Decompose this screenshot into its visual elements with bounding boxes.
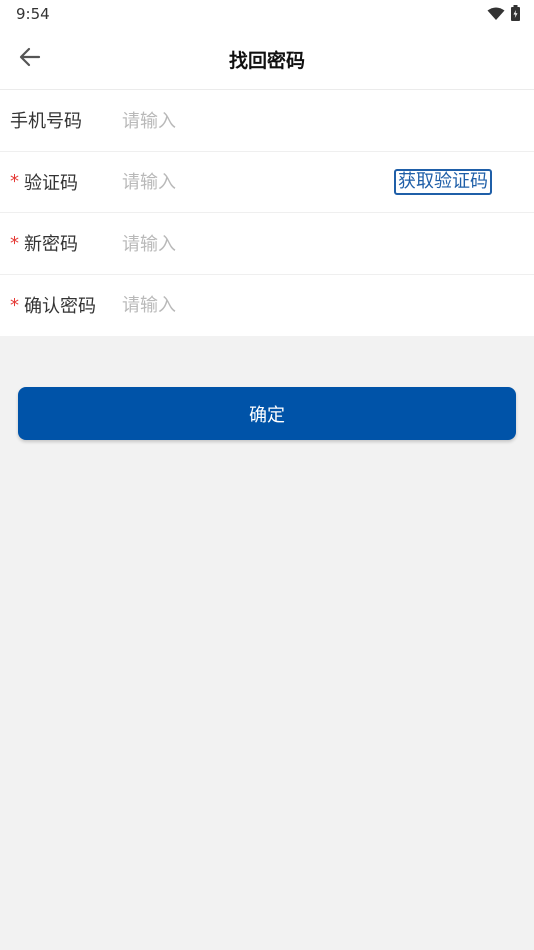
confirm-password-row: * 确认密码	[0, 275, 534, 337]
required-mark: *	[10, 294, 19, 316]
reset-password-form: 手机号码 * 验证码 获取验证码 * 新密码 * 确认密码	[0, 90, 534, 336]
code-input[interactable]	[122, 165, 372, 200]
code-label: 验证码	[24, 172, 78, 194]
confirm-button[interactable]: 确定	[18, 387, 516, 440]
confirm-password-input[interactable]	[122, 288, 372, 323]
required-mark: *	[10, 232, 19, 254]
battery-icon	[511, 5, 520, 25]
wifi-icon	[487, 6, 505, 25]
phone-input[interactable]	[122, 104, 372, 138]
new-password-label: 新密码	[24, 234, 78, 256]
status-time: 9:54	[16, 5, 50, 23]
page-title: 找回密码	[228, 50, 305, 72]
required-mark: *	[10, 171, 19, 193]
phone-row: 手机号码	[0, 90, 534, 152]
status-icons	[487, 5, 520, 25]
new-password-input[interactable]	[122, 227, 372, 261]
confirm-password-label-wrap: * 确认密码	[10, 275, 96, 337]
get-code-button[interactable]: 获取验证码	[394, 168, 492, 195]
header: 找回密码	[0, 28, 534, 90]
new-password-label-wrap: * 新密码	[10, 213, 78, 274]
phone-label: 手机号码	[10, 111, 82, 133]
confirm-password-label: 确认密码	[24, 296, 96, 318]
status-bar: 9:54	[0, 0, 534, 28]
code-row: * 验证码 获取验证码	[0, 152, 534, 213]
new-password-row: * 新密码	[0, 213, 534, 275]
phone-label-wrap: 手机号码	[10, 90, 82, 151]
code-label-wrap: * 验证码	[10, 152, 78, 213]
